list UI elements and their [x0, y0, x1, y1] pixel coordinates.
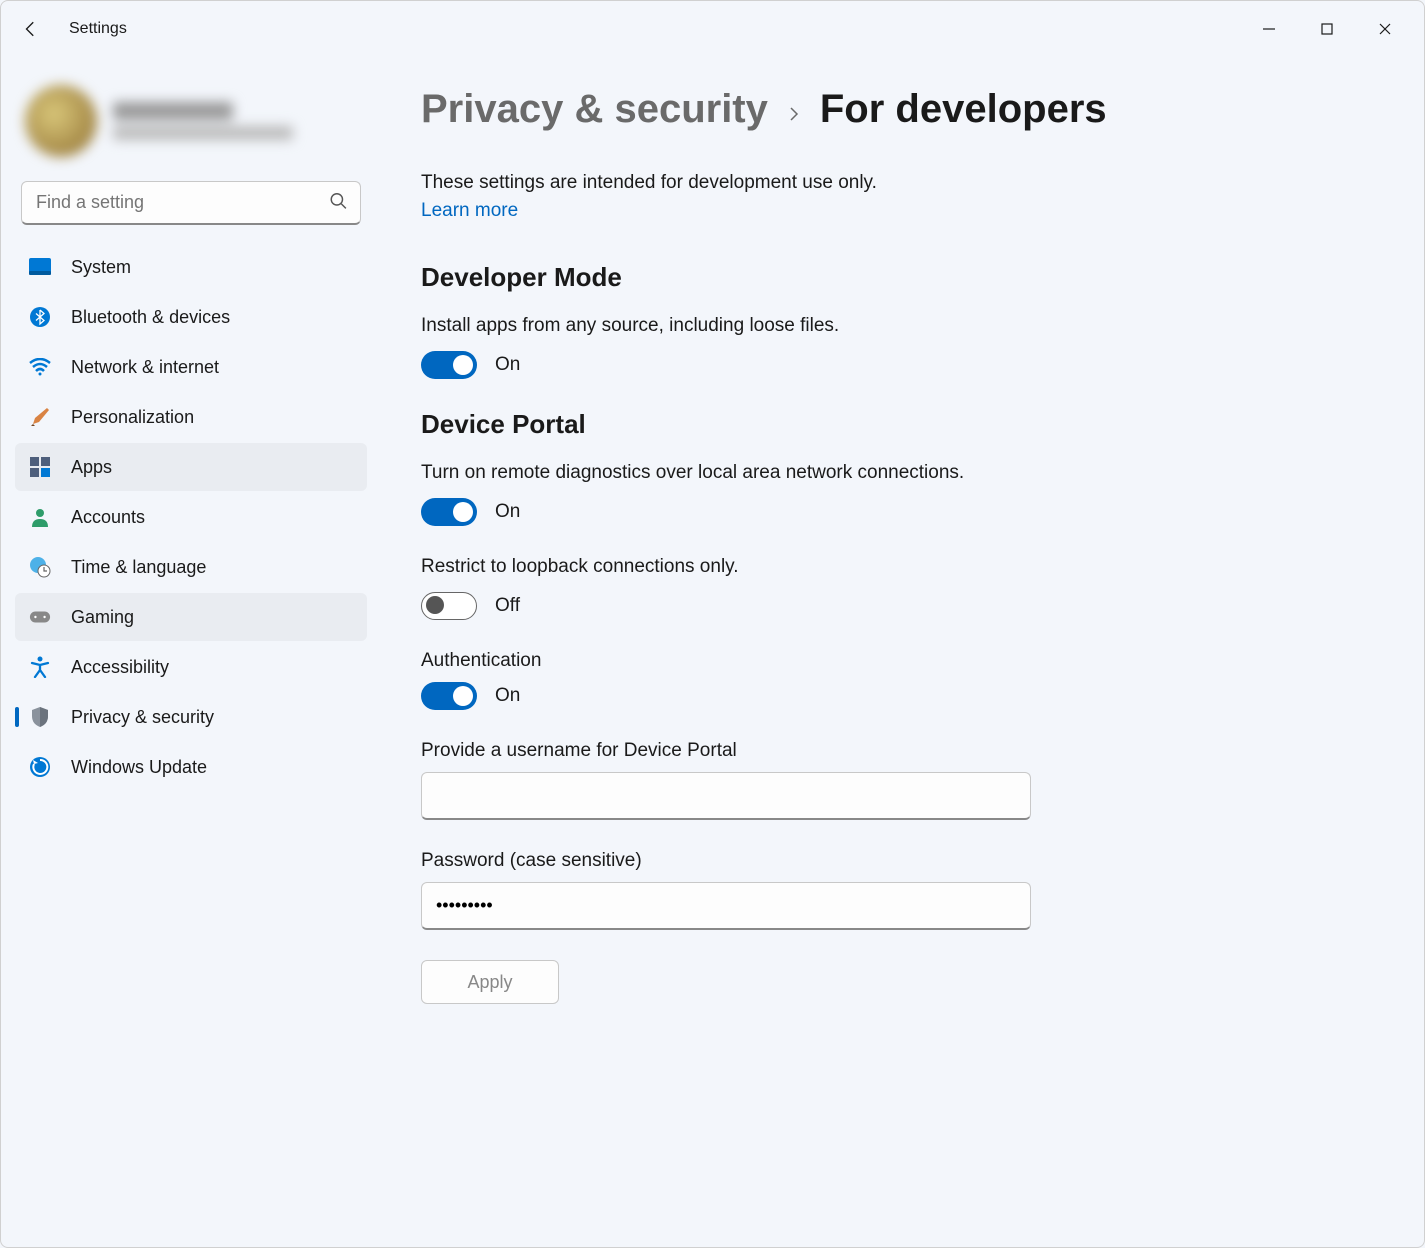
- device-portal-desc: Turn on remote diagnostics over local ar…: [421, 462, 1384, 484]
- sidebar-item-time[interactable]: Time & language: [15, 543, 367, 591]
- intro-text: These settings are intended for developm…: [421, 172, 1384, 194]
- paintbrush-icon: [29, 406, 51, 428]
- sidebar-item-label: Bluetooth & devices: [71, 307, 230, 328]
- loopback-toggle-state: Off: [495, 595, 520, 617]
- sidebar-item-personalization[interactable]: Personalization: [15, 393, 367, 441]
- loopback-desc: Restrict to loopback connections only.: [421, 556, 1384, 578]
- sidebar-item-gaming[interactable]: Gaming: [15, 593, 367, 641]
- sidebar-item-label: Personalization: [71, 407, 194, 428]
- sidebar-item-label: Gaming: [71, 607, 134, 628]
- minimize-icon: [1262, 22, 1276, 36]
- sidebar-item-network[interactable]: Network & internet: [15, 343, 367, 391]
- sidebar-item-label: Windows Update: [71, 757, 207, 778]
- back-button[interactable]: [11, 9, 51, 49]
- search-box: [21, 181, 361, 225]
- sidebar-item-update[interactable]: Windows Update: [15, 743, 367, 791]
- sidebar-item-system[interactable]: System: [15, 243, 367, 291]
- sidebar-item-label: Accounts: [71, 507, 145, 528]
- update-icon: [29, 756, 51, 778]
- accessibility-icon: [29, 656, 51, 678]
- sidebar-item-accessibility[interactable]: Accessibility: [15, 643, 367, 691]
- gamepad-icon: [29, 606, 51, 628]
- loopback-toggle[interactable]: [421, 592, 477, 620]
- auth-toggle-state: On: [495, 685, 520, 707]
- search-input[interactable]: [21, 181, 361, 225]
- sidebar-item-privacy[interactable]: Privacy & security: [15, 693, 367, 741]
- titlebar: Settings: [1, 1, 1424, 57]
- avatar: [25, 85, 97, 157]
- sidebar-item-apps[interactable]: Apps: [15, 443, 367, 491]
- close-icon: [1378, 22, 1392, 36]
- person-icon: [29, 506, 51, 528]
- sidebar-item-label: Accessibility: [71, 657, 169, 678]
- username-input[interactable]: [421, 772, 1031, 820]
- apps-icon: [29, 456, 51, 478]
- sidebar-item-label: Apps: [71, 457, 112, 478]
- learn-more-link[interactable]: Learn more: [421, 200, 518, 222]
- developer-mode-heading: Developer Mode: [421, 262, 1384, 293]
- auth-label: Authentication: [421, 650, 1384, 672]
- sidebar-item-label: Privacy & security: [71, 707, 214, 728]
- sidebar-item-label: Network & internet: [71, 357, 219, 378]
- page-title: For developers: [820, 87, 1107, 132]
- sidebar-item-label: Time & language: [71, 557, 206, 578]
- device-portal-toggle[interactable]: [421, 498, 477, 526]
- maximize-button[interactable]: [1298, 9, 1356, 49]
- auth-toggle[interactable]: [421, 682, 477, 710]
- apply-button[interactable]: Apply: [421, 960, 559, 1004]
- breadcrumb-parent[interactable]: Privacy & security: [421, 87, 768, 132]
- chevron-right-icon: [786, 101, 802, 129]
- system-icon: [29, 256, 51, 278]
- wifi-icon: [29, 356, 51, 378]
- nav-list: System Bluetooth & devices Network & int…: [15, 243, 367, 791]
- arrow-left-icon: [22, 20, 40, 38]
- profile-block[interactable]: [15, 77, 367, 177]
- sidebar-item-bluetooth[interactable]: Bluetooth & devices: [15, 293, 367, 341]
- search-icon: [329, 192, 347, 215]
- username-label: Provide a username for Device Portal: [421, 740, 1384, 762]
- device-portal-heading: Device Portal: [421, 409, 1384, 440]
- password-label: Password (case sensitive): [421, 850, 1384, 872]
- sidebar: System Bluetooth & devices Network & int…: [1, 57, 381, 1247]
- breadcrumb: Privacy & security For developers: [421, 87, 1384, 132]
- sidebar-item-label: System: [71, 257, 131, 278]
- close-button[interactable]: [1356, 9, 1414, 49]
- minimize-button[interactable]: [1240, 9, 1298, 49]
- main-content: Privacy & security For developers These …: [381, 57, 1424, 1247]
- developer-mode-desc: Install apps from any source, including …: [421, 315, 1384, 337]
- window-controls: [1240, 9, 1414, 49]
- developer-mode-toggle-state: On: [495, 354, 520, 376]
- shield-icon: [29, 706, 51, 728]
- device-portal-toggle-state: On: [495, 501, 520, 523]
- profile-text: [113, 102, 293, 140]
- app-title: Settings: [69, 20, 127, 38]
- developer-mode-toggle[interactable]: [421, 351, 477, 379]
- bluetooth-icon: [29, 306, 51, 328]
- globe-clock-icon: [29, 556, 51, 578]
- sidebar-item-accounts[interactable]: Accounts: [15, 493, 367, 541]
- maximize-icon: [1320, 22, 1334, 36]
- password-input[interactable]: [421, 882, 1031, 930]
